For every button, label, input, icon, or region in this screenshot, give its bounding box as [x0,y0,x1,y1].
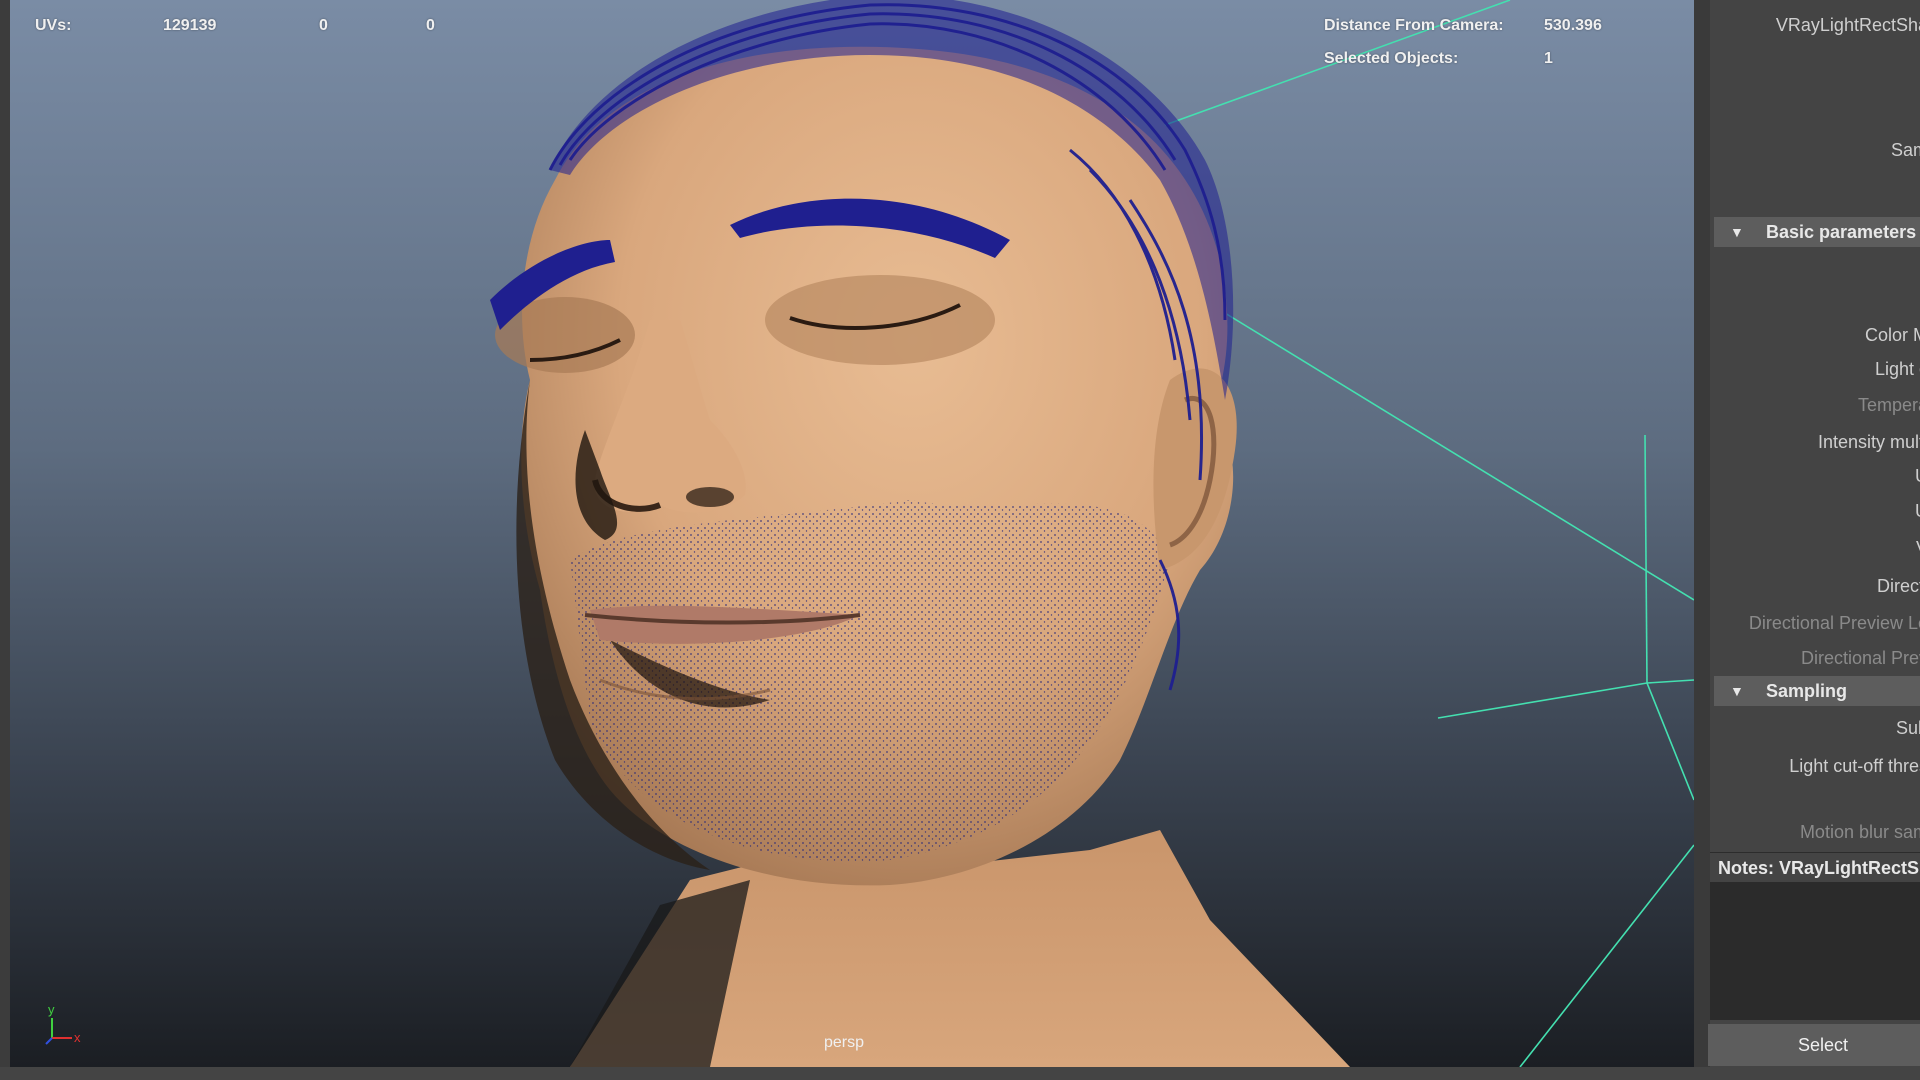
attr-dir-preview-length: Directional Preview Le [1748,613,1920,633]
section-basic-parameters[interactable]: ▼ Basic parameters [1714,217,1920,247]
attr-color-mode: Color M [1864,325,1920,345]
viewport-bottom-bar [0,1067,1920,1080]
rect-light-wireframe[interactable] [1164,0,1694,1067]
hud-selected-label: Selected Objects: [1324,50,1459,67]
axis-y-label: y [48,1002,55,1017]
section-sampling-label: Sampling [1766,681,1848,701]
attr-light-color: Light c [1874,359,1920,379]
hud-selected-value: 1 [1544,50,1553,67]
triangle-down-icon: ▼ [1730,683,1744,699]
section-basic-label: Basic parameters [1766,222,1917,242]
hud-uvs-label: UVs: [35,17,72,34]
attr-v: V [1916,538,1920,559]
attr-directional: Directi [1876,576,1920,596]
triangle-down-icon: ▼ [1730,224,1744,240]
node-name-field[interactable]: VRayLightRectSha [1776,15,1920,36]
panel-splitter[interactable] [1694,0,1710,1067]
attr-intensity: Intensity multi [1817,432,1920,452]
attr-cutoff: Light cut-off thres [1789,756,1920,776]
hud-distance-label: Distance From Camera: [1324,17,1504,34]
axis-x-label: x [74,1030,81,1045]
hud-uvs-value: 129139 [163,17,217,34]
attr-row-sam: Sam [1890,140,1920,160]
attr-u2: U [1915,501,1920,522]
attr-temperature: Tempera [1857,395,1920,415]
hud-uvs-col2: 0 [319,17,328,34]
notes-label: Notes: VRayLightRectS [1710,852,1920,882]
attr-subdivs: Sub [1895,718,1920,738]
select-button[interactable]: Select [1708,1024,1920,1066]
camera-name-label: persp [824,1034,865,1051]
attr-motion-blur: Motion blur sam [1799,822,1920,842]
attribute-editor-panel: VRayLightRectSha Sam ▼ Basic parameters … [1694,0,1920,1067]
head-model-render[interactable] [10,0,1694,1067]
attr-dir-preview: Directional Prev [1800,648,1920,668]
hud-distance-value: 530.396 [1544,17,1602,34]
hud-uvs-col3: 0 [426,17,435,34]
notes-textarea[interactable] [1710,882,1920,1020]
section-sampling[interactable]: ▼ Sampling [1714,676,1920,706]
perspective-viewport[interactable]: UVs: 129139 0 0 Distance From Camera: 53… [10,0,1694,1067]
attr-u1: U [1915,466,1920,487]
axis-gizmo: y x [45,1002,81,1045]
